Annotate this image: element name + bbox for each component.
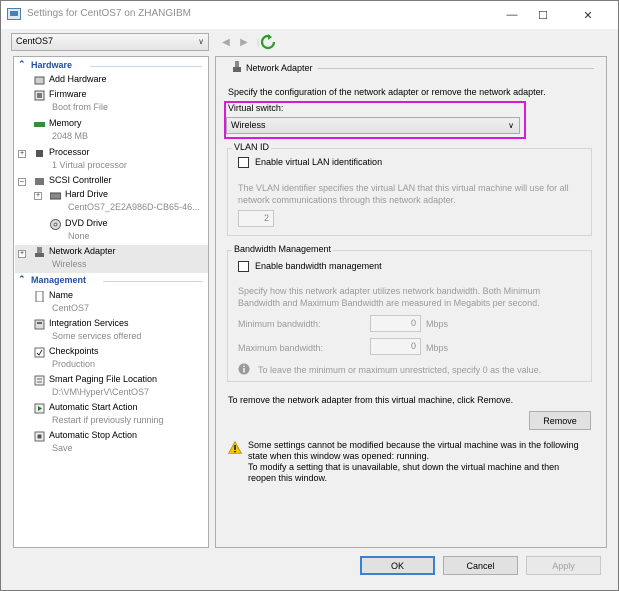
collapse-scsi-icon[interactable]: – [18,178,26,186]
back-arrow-icon[interactable]: ◀ [219,34,233,50]
minimum-bandwidth-unit: Mbps [426,319,449,329]
vm-selector[interactable]: CentOS7 ∨ [11,33,209,51]
ok-button[interactable]: OK [360,556,435,575]
bandwidth-group-label: Bandwidth Management [232,244,334,254]
vlan-checkbox-label: Enable virtual LAN identification [255,157,383,167]
chevron-down-icon: ∨ [508,121,514,130]
management-section-header[interactable]: ⌃ Management [15,274,207,288]
warning-line-4: reopen this window. [248,473,328,483]
maximum-bandwidth-unit: Mbps [426,343,449,353]
bandwidth-checkbox-label: Enable bandwidth management [255,261,382,271]
expand-processor-icon[interactable]: + [18,150,26,158]
panel-description: Specify the configuration of the network… [228,87,546,97]
maximum-bandwidth-input[interactable]: 0 [370,338,421,355]
warning-line-2: state when this window was opened: runni… [248,451,430,461]
vlan-id-input[interactable]: 2 [238,210,274,227]
vlan-description-1: The VLAN identifier specifies the virtua… [238,183,569,193]
firmware-icon [34,90,45,101]
remove-description: To remove the network adapter from this … [228,395,514,405]
minimum-bandwidth-label: Minimum bandwidth: [238,319,321,329]
collapse-chevron-icon: ⌃ [18,274,26,284]
forward-arrow-icon[interactable]: ▶ [237,34,251,50]
smart-paging-icon [34,375,45,386]
vm-selector-value: CentOS7 [16,36,54,46]
window-title: Settings for CentOS7 on ZHANGIBM [27,8,191,19]
header-divider [318,68,594,69]
maximum-bandwidth-label: Maximum bandwidth: [238,343,324,353]
vlan-description-2: network communications through this netw… [238,195,456,205]
title-bar: Settings for CentOS7 on ZHANGIBM — ☐ ✕ [1,1,618,29]
dvd-icon [50,219,61,230]
virtual-switch-value: Wireless [231,120,266,130]
automatic-start-icon [34,403,45,414]
chevron-down-icon: ∨ [198,37,204,46]
vm-settings-icon [7,8,21,20]
settings-tree: ⌃ Hardware Add Hardware Firmware Boot fr… [13,56,209,548]
warning-line-1: Some settings cannot be modified because… [248,440,579,450]
panel-header: Network Adapter [246,63,313,73]
add-hardware-icon [34,76,45,85]
name-icon [35,291,44,302]
bandwidth-description-1: Specify how this network adapter utilize… [238,286,541,296]
automatic-stop-icon [34,431,45,442]
network-adapter-panel: Network Adapter Specify the configuratio… [215,56,607,548]
checkpoints-icon [34,347,45,358]
network-adapter-icon [35,247,44,257]
minimum-bandwidth-input[interactable]: 0 [370,315,421,332]
expand-hard-drive-icon[interactable]: + [34,192,42,200]
network-adapter-icon [233,61,241,72]
hardware-section-header[interactable]: ⌃ Hardware [15,59,207,73]
warning-icon [228,441,242,454]
apply-button[interactable]: Apply [526,556,601,575]
bandwidth-info-text: To leave the minimum or maximum unrestri… [258,365,542,375]
settings-window: Settings for CentOS7 on ZHANGIBM — ☐ ✕ C… [0,0,619,591]
close-icon[interactable]: ✕ [559,1,617,29]
bandwidth-description-2: Bandwidth and Maximum Bandwidth are meas… [238,298,540,308]
warning-line-3: To modify a setting that is unavailable,… [248,462,560,472]
expand-network-adapter-icon[interactable]: + [18,250,26,258]
cancel-button[interactable]: Cancel [443,556,518,575]
scsi-controller-icon [35,178,44,185]
hard-drive-icon [50,192,61,200]
collapse-chevron-icon: ⌃ [18,59,26,69]
refresh-icon[interactable] [260,34,276,50]
memory-icon [34,122,45,127]
maximize-icon[interactable]: ☐ [528,1,558,29]
minimize-icon[interactable]: — [497,1,527,29]
remove-button[interactable]: Remove [529,411,591,430]
vlan-group-label: VLAN ID [232,142,272,152]
integration-services-icon [34,319,45,330]
processor-icon [36,150,43,157]
bandwidth-checkbox[interactable] [238,261,249,272]
vlan-checkbox[interactable] [238,157,249,168]
virtual-switch-dropdown[interactable]: Wireless ∨ [226,117,520,134]
virtual-switch-label: Virtual switch: [228,103,284,113]
info-icon [238,363,250,375]
